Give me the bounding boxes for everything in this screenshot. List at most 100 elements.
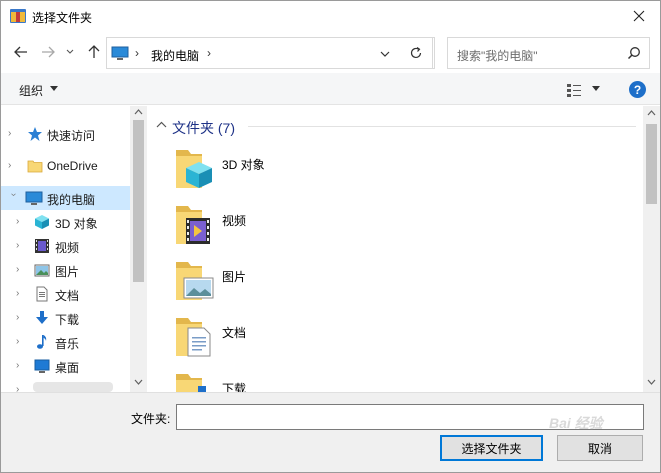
folder-label: 3D 对象 (222, 158, 265, 172)
arrow-left-icon (14, 46, 27, 58)
chevron-right-icon[interactable]: › (16, 288, 26, 300)
document-icon (36, 286, 48, 302)
folder-label: 视频 (222, 214, 247, 228)
chevron-right-icon[interactable]: › (16, 264, 26, 276)
scroll-down-arrow-icon[interactable] (647, 379, 656, 385)
chevron-down-icon (66, 49, 74, 54)
chevron-right-icon[interactable]: › (8, 128, 18, 140)
group-divider (248, 126, 636, 127)
caret-down-icon[interactable] (592, 86, 600, 91)
help-icon: ? (633, 82, 642, 97)
sidebar-item-pictures[interactable]: › 图片 (1, 258, 130, 282)
folder-picker-dialog: 选择文件夹 › 我的电脑 › 搜索"我的电脑" 组织 ? › 快速访问 › On… (0, 0, 661, 473)
sidebar-item-label: 桌面 (55, 361, 80, 375)
dialog-footer: 文件夹: 选择文件夹 取消 Bai 经验 (1, 392, 660, 472)
cancel-button[interactable]: 取消 (557, 435, 643, 461)
sidebar-item-label: 我的电脑 (47, 193, 96, 207)
sidebar-item-desktop[interactable]: › 桌面 (1, 354, 130, 378)
chevron-right-icon[interactable]: › (16, 360, 26, 372)
chevron-down-icon[interactable] (377, 47, 393, 61)
navigation-bar: › 我的电脑 › 搜索"我的电脑" (1, 34, 660, 70)
computer-icon (111, 46, 129, 60)
folder-item-documents[interactable]: 文档 (168, 316, 418, 366)
close-button[interactable] (624, 3, 654, 29)
sidebar-item-documents[interactable]: › 文档 (1, 282, 130, 306)
chevron-right-icon[interactable]: › (16, 216, 26, 228)
sidebar-item-label: 3D 对象 (55, 217, 98, 231)
chevron-right-icon[interactable]: › (8, 160, 18, 172)
sidebar-item-partial[interactable]: › (1, 378, 130, 392)
file-list-scroll-thumb[interactable] (646, 124, 657, 204)
scroll-up-arrow-icon[interactable] (647, 110, 656, 116)
sidebar-item-label: 图片 (55, 265, 80, 279)
sidebar-scroll-thumb[interactable] (133, 120, 144, 282)
sidebar-item-videos[interactable]: › 视频 (1, 234, 130, 258)
document-folder-icon (176, 318, 211, 357)
search-placeholder: 搜索"我的电脑" (457, 49, 538, 63)
folder-item-pictures[interactable]: 图片 (168, 260, 418, 310)
window-title: 选择文件夹 (32, 11, 93, 25)
chevron-right-icon[interactable]: › (16, 312, 26, 324)
sidebar-item-label: OneDrive (47, 159, 98, 173)
folder-icon (27, 160, 43, 173)
breadcrumb-separator-icon[interactable]: › (135, 46, 139, 60)
breadcrumb-separator-icon[interactable]: › (207, 46, 211, 60)
organize-menu[interactable]: 组织 (19, 82, 43, 99)
chevron-down-icon[interactable]: › (7, 193, 19, 203)
recent-locations-button[interactable] (64, 43, 76, 61)
title-bar: 选择文件夹 (1, 1, 660, 32)
up-button[interactable] (85, 43, 103, 61)
close-icon (633, 10, 645, 22)
back-button[interactable] (12, 43, 30, 61)
sidebar-item-downloads[interactable]: › 下载 (1, 306, 130, 330)
sidebar-scrollbar[interactable] (130, 106, 147, 392)
sidebar-item-label: 音乐 (55, 337, 80, 351)
chevron-right-icon[interactable]: › (16, 336, 26, 348)
folder-item-downloads[interactable]: 下载 (168, 372, 418, 392)
folder-label: 下载 (222, 382, 247, 392)
sidebar-item-3d-objects[interactable]: › 3D 对象 (1, 210, 130, 234)
folder-name-input[interactable] (176, 404, 644, 430)
help-button[interactable]: ? (629, 81, 646, 98)
film-folder-icon (176, 206, 210, 244)
breadcrumb-this-pc[interactable]: 我的电脑 (151, 47, 199, 64)
scroll-down-arrow-icon[interactable] (134, 379, 143, 385)
picture-folder-icon (176, 262, 214, 300)
sidebar-item-music[interactable]: › 音乐 (1, 330, 130, 354)
chevron-right-icon[interactable]: › (16, 240, 26, 252)
select-folder-button[interactable]: 选择文件夹 (440, 435, 543, 461)
computer-icon (25, 191, 43, 205)
folder-item-videos[interactable]: 视频 (168, 204, 418, 254)
folder-label: 文档 (222, 326, 247, 340)
scroll-up-arrow-icon[interactable] (134, 109, 143, 115)
star-icon (28, 127, 42, 141)
refresh-button[interactable] (399, 37, 433, 69)
sidebar-item-onedrive[interactable]: › OneDrive (1, 154, 130, 178)
sidebar-item-label: 快速访问 (47, 129, 96, 143)
chevron-right-icon[interactable]: › (16, 384, 26, 392)
file-list-pane: 文件夹 (7) 3D 对象 视频 图片 文档 下载 (148, 106, 660, 392)
folder-item-3d-objects[interactable]: 3D 对象 (168, 148, 418, 198)
sidebar-item-this-pc[interactable]: › 我的电脑 (1, 186, 130, 210)
desktop-icon (34, 359, 50, 373)
cube-folder-icon (176, 150, 212, 188)
picture-icon (34, 264, 50, 277)
chevron-up-icon[interactable] (156, 121, 167, 128)
navigation-pane: › 快速访问 › OneDrive › 我的电脑 › 3D 对象 › 视频 › … (1, 106, 147, 392)
sidebar-item-label: 文档 (55, 289, 80, 303)
blurred-item-placeholder (33, 382, 113, 392)
folder-field-label: 文件夹: (131, 412, 171, 426)
search-box[interactable]: 搜索"我的电脑" (447, 37, 650, 69)
sidebar-item-quick-access[interactable]: › 快速访问 (1, 122, 130, 146)
forward-button[interactable] (39, 43, 57, 61)
search-icon[interactable] (627, 46, 641, 60)
music-icon (37, 335, 47, 349)
arrow-right-icon (42, 46, 55, 58)
file-list-scrollbar[interactable] (643, 106, 660, 392)
app-archive-icon (10, 9, 26, 23)
view-options-icon[interactable] (566, 82, 582, 98)
caret-down-icon[interactable] (50, 86, 58, 91)
sidebar-item-label: 视频 (55, 241, 80, 255)
command-toolbar: 组织 ? (1, 73, 660, 105)
address-bar[interactable]: › 我的电脑 › (106, 37, 435, 69)
